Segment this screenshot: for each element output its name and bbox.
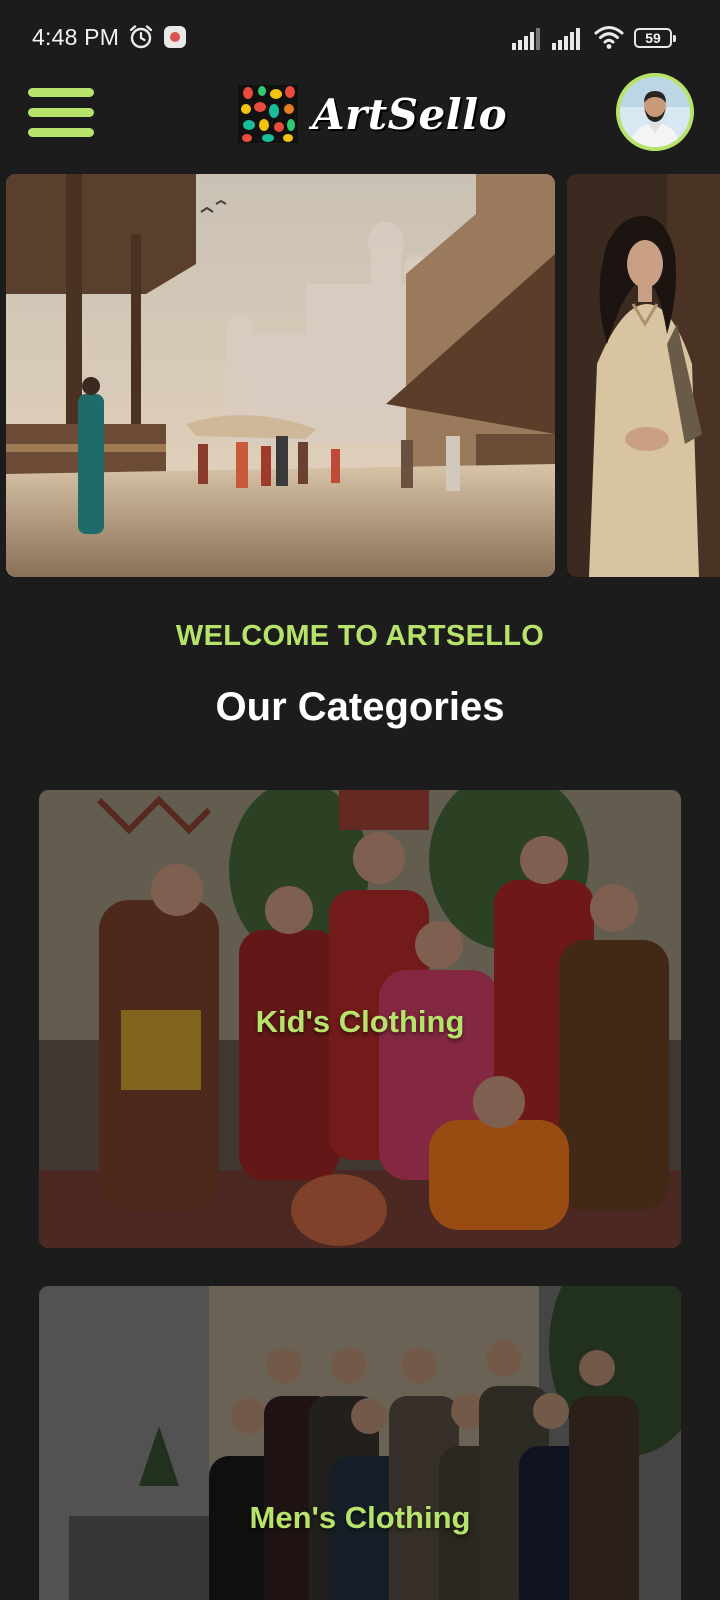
logo-mark-icon (238, 85, 298, 143)
carousel-slide-woman[interactable] (567, 174, 720, 577)
app-notification-icon (164, 26, 186, 48)
categories-title: Our Categories (215, 685, 505, 729)
status-bar: 4:48 PM 59 (0, 0, 720, 70)
signal-icon (512, 28, 540, 50)
hero-carousel[interactable] (0, 174, 720, 577)
woman-in-kurta-image (567, 174, 720, 577)
app-logo: ArtSello (238, 84, 507, 144)
battery-icon: 59 (634, 28, 676, 48)
welcome-text: WELCOME TO ARTSELLO (175, 620, 545, 652)
category-card-mens-clothing[interactable]: Men's Clothing (39, 1286, 681, 1600)
app-header: ArtSello (0, 70, 720, 170)
app-screen: 4:48 PM 59 ArtSello WELCOME TO ARTSELLO … (0, 0, 720, 1600)
wifi-icon (594, 26, 624, 49)
mens-clothing-image (39, 1286, 681, 1600)
menu-icon[interactable] (28, 88, 94, 138)
battery-level: 59 (645, 30, 661, 46)
bazaar-scene-image (6, 174, 555, 577)
logo-text: ArtSello (312, 89, 508, 139)
category-label-kids: Kid's Clothing (255, 1004, 465, 1039)
category-card-kids-clothing[interactable]: Kid's Clothing (39, 790, 681, 1248)
status-time: 4:48 PM (32, 24, 120, 50)
category-label-mens: Men's Clothing (249, 1500, 471, 1535)
avatar-photo (620, 77, 690, 147)
signal-icon (552, 28, 580, 50)
carousel-slide-bazaar[interactable] (6, 174, 555, 577)
alarm-icon (129, 25, 153, 49)
avatar[interactable] (616, 73, 694, 151)
